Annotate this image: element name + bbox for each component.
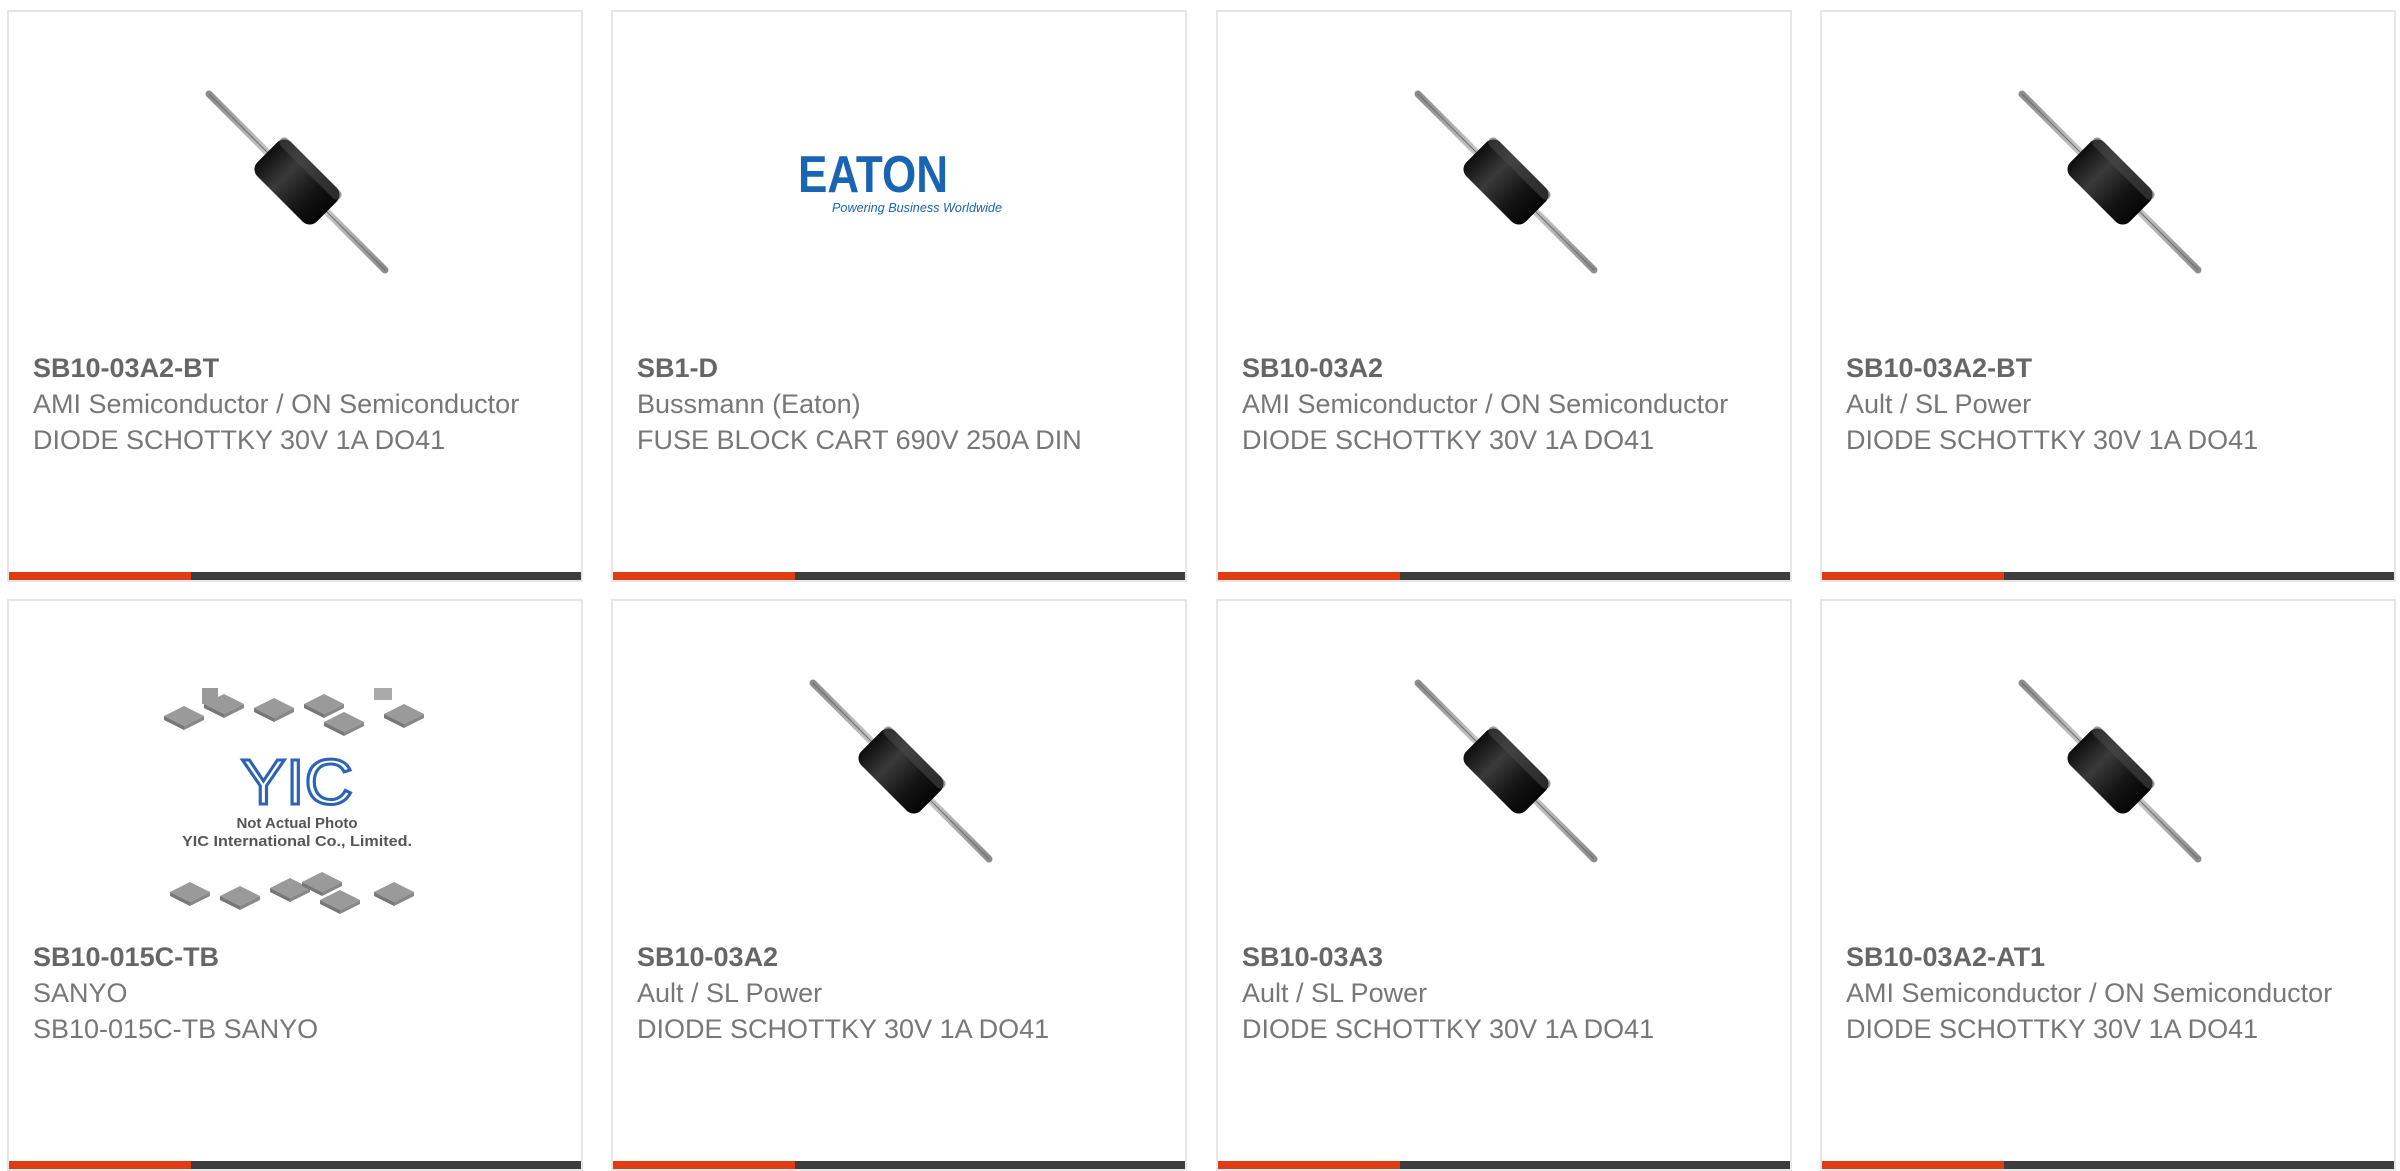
diode-image — [1406, 671, 1606, 871]
card-accent-bar — [9, 1161, 581, 1169]
card-accent-bar — [613, 1161, 1185, 1169]
product-card[interactable]: SB10-03A2-BT Ault / SL Power DIODE SCHOT… — [1820, 10, 2396, 582]
not-actual-photo-text: Not Actual Photo — [236, 815, 357, 832]
manufacturer: AMI Semiconductor / ON Semiconductor — [1242, 389, 1729, 419]
card-accent-segment — [9, 1161, 191, 1169]
manufacturer: Ault / SL Power — [637, 978, 823, 1008]
card-accent-segment — [9, 572, 191, 580]
diode-image — [2010, 82, 2210, 282]
description: DIODE SCHOTTKY 30V 1A DO41 — [33, 425, 446, 455]
description: DIODE SCHOTTKY 30V 1A DO41 — [1846, 1014, 2259, 1044]
product-info: SB1-D Bussmann (Eaton) FUSE BLOCK CART 6… — [637, 350, 1161, 458]
yic-company-text: YIC International Co., Limited. — [182, 833, 412, 850]
part-number[interactable]: SB10-03A2-BT — [33, 350, 557, 386]
not-actual-photo-image: YICNot Actual PhotoYIC International Co.… — [164, 688, 424, 914]
part-number[interactable]: SB10-03A2 — [637, 939, 1161, 975]
yic-logo-text: YIC — [241, 746, 353, 818]
eaton-logo: EATONPowering Business Worldwide — [798, 146, 1002, 215]
eaton-logo-tagline: Powering Business Worldwide — [832, 200, 1002, 215]
product-image[interactable]: EATON Powering Business Worldwide — [613, 82, 1185, 282]
part-number[interactable]: SB10-015C-TB — [33, 939, 557, 975]
diode-image — [2010, 671, 2210, 871]
card-accent-segment — [1218, 572, 1400, 580]
product-image[interactable] — [9, 82, 583, 282]
part-number[interactable]: SB1-D — [637, 350, 1161, 386]
description: FUSE BLOCK CART 690V 250A DIN — [637, 425, 1082, 455]
card-accent-segment — [613, 572, 795, 580]
manufacturer: Ault / SL Power — [1846, 389, 2032, 419]
card-accent-bar — [1822, 572, 2394, 580]
product-info: SB10-03A2 AMI Semiconductor / ON Semicon… — [1242, 350, 1766, 458]
product-info: SB10-015C-TB SANYO SB10-015C-TB SANYO — [33, 939, 557, 1047]
card-accent-bar — [613, 572, 1185, 580]
product-image[interactable] — [613, 671, 1187, 871]
eaton-logo-text: EATON — [798, 146, 948, 204]
card-accent-segment — [1822, 1161, 2004, 1169]
description: DIODE SCHOTTKY 30V 1A DO41 — [1846, 425, 2259, 455]
product-card[interactable]: SB10-03A2-AT1 AMI Semiconductor / ON Sem… — [1820, 599, 2396, 1171]
card-accent-segment — [1218, 1161, 1400, 1169]
product-info: SB10-03A2 Ault / SL Power DIODE SCHOTTKY… — [637, 939, 1161, 1047]
diode-image — [197, 82, 397, 282]
description: DIODE SCHOTTKY 30V 1A DO41 — [1242, 1014, 1655, 1044]
product-image[interactable]: YIC Not Actual Photo YIC International Co.… — [9, 681, 581, 931]
manufacturer: Bussmann (Eaton) — [637, 389, 861, 419]
product-card[interactable]: SB10-03A3 Ault / SL Power DIODE SCHOTTKY… — [1216, 599, 1792, 1171]
description: SB10-015C-TB SANYO — [33, 1014, 319, 1044]
product-image[interactable] — [1822, 82, 2396, 282]
product-info: SB10-03A3 Ault / SL Power DIODE SCHOTTKY… — [1242, 939, 1766, 1047]
description: DIODE SCHOTTKY 30V 1A DO41 — [1242, 425, 1655, 455]
card-accent-segment — [1822, 572, 2004, 580]
part-number[interactable]: SB10-03A3 — [1242, 939, 1766, 975]
card-accent-bar — [1218, 1161, 1790, 1169]
manufacturer: SANYO — [33, 978, 128, 1008]
description: DIODE SCHOTTKY 30V 1A DO41 — [637, 1014, 1050, 1044]
part-number[interactable]: SB10-03A2 — [1242, 350, 1766, 386]
card-accent-segment — [613, 1161, 795, 1169]
product-info: SB10-03A2-BT AMI Semiconductor / ON Semi… — [33, 350, 557, 458]
product-grid: SB10-03A2-BT AMI Semiconductor / ON Semi… — [0, 0, 2400, 1171]
product-image[interactable] — [1218, 82, 1792, 282]
product-card[interactable]: SB10-03A2-BT AMI Semiconductor / ON Semi… — [7, 10, 583, 582]
product-image[interactable] — [1822, 671, 2396, 871]
manufacturer: AMI Semiconductor / ON Semiconductor — [33, 389, 520, 419]
product-card[interactable]: SB10-03A2 AMI Semiconductor / ON Semicon… — [1216, 10, 1792, 582]
diode-image — [801, 671, 1001, 871]
card-accent-bar — [1822, 1161, 2394, 1169]
product-card[interactable]: EATON Powering Business Worldwide SB1-D B… — [611, 10, 1187, 582]
card-accent-bar — [9, 572, 581, 580]
product-card[interactable]: SB10-03A2 Ault / SL Power DIODE SCHOTTKY… — [611, 599, 1187, 1171]
product-card[interactable]: YIC Not Actual Photo YIC International Co.… — [7, 599, 583, 1171]
part-number[interactable]: SB10-03A2-AT1 — [1846, 939, 2370, 975]
manufacturer: AMI Semiconductor / ON Semiconductor — [1846, 978, 2333, 1008]
card-accent-bar — [1218, 572, 1790, 580]
product-info: SB10-03A2-AT1 AMI Semiconductor / ON Sem… — [1846, 939, 2370, 1047]
manufacturer: Ault / SL Power — [1242, 978, 1428, 1008]
diode-image — [1406, 82, 1606, 282]
part-number[interactable]: SB10-03A2-BT — [1846, 350, 2370, 386]
product-info: SB10-03A2-BT Ault / SL Power DIODE SCHOT… — [1846, 350, 2370, 458]
product-image[interactable] — [1218, 671, 1792, 871]
